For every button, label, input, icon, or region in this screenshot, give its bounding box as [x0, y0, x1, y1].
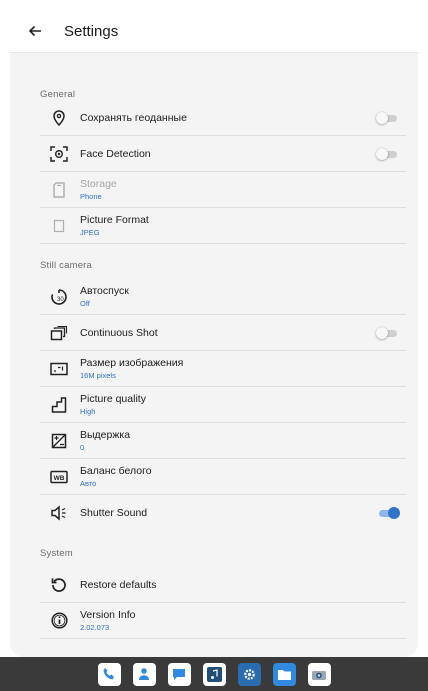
setting-picture-quality[interactable]: Picture quality High — [40, 387, 406, 423]
face-detection-toggle[interactable] — [376, 147, 398, 160]
setting-label: Сохранять геоданные — [80, 111, 187, 124]
setting-label: Picture quality — [80, 393, 146, 405]
setting-value: Off — [80, 299, 90, 308]
music-app-icon[interactable] — [202, 662, 226, 686]
setting-value: Авто — [80, 479, 97, 488]
setting-value: Phone — [80, 192, 102, 201]
section-general: General — [40, 89, 76, 100]
setting-face-detection[interactable]: Face Detection — [40, 136, 406, 172]
setting-label: Выдержка — [80, 429, 131, 441]
setting-image-size[interactable]: Размер изображения 16M pixels — [40, 351, 406, 387]
page-title: Settings — [64, 22, 119, 40]
restore-icon — [50, 576, 68, 594]
sd-card-icon — [50, 181, 68, 199]
setting-exposure[interactable]: Выдержка 0 — [40, 423, 406, 459]
svg-text:WB: WB — [54, 475, 65, 482]
setting-label: Version Info — [80, 609, 136, 621]
svg-text:30: 30 — [57, 297, 64, 303]
burst-mode-icon — [50, 324, 68, 342]
settings-app-icon[interactable] — [237, 662, 261, 686]
quality-stairs-icon — [50, 396, 68, 414]
setting-storage[interactable]: Storage Phone — [40, 172, 406, 208]
setting-label: Баланс белого — [80, 465, 152, 477]
setting-value: High — [80, 407, 96, 416]
location-pin-icon — [50, 109, 68, 127]
setting-value: JPEG — [80, 228, 100, 237]
setting-picture-format[interactable]: Picture Format JPEG — [40, 208, 406, 244]
shutter-sound-toggle[interactable] — [376, 506, 400, 519]
phone-app-icon[interactable] — [97, 662, 121, 686]
image-size-icon — [50, 360, 68, 378]
general-list: Сохранять геоданные Face Detection Stora… — [40, 100, 406, 244]
file-format-icon — [50, 217, 68, 235]
still-camera-list: 30 Автоспуск Off Continuous Shot Размер … — [40, 279, 406, 530]
exposure-icon — [50, 432, 68, 450]
messages-app-icon[interactable] — [167, 662, 191, 686]
setting-geodata[interactable]: Сохранять геоданные — [40, 100, 406, 136]
app-dock — [0, 657, 428, 691]
setting-label: Автоспуск — [80, 285, 129, 297]
section-system: System — [40, 548, 73, 559]
setting-continuous-shot[interactable]: Continuous Shot — [40, 315, 406, 351]
system-list: Restore defaults Version Info 2.02.073 — [40, 567, 406, 639]
continuous-shot-toggle[interactable] — [376, 326, 398, 339]
setting-label: Размер изображения — [80, 357, 184, 369]
setting-value: 2.02.073 — [80, 623, 110, 632]
setting-label: Picture Format — [80, 214, 149, 226]
setting-label: Storage — [80, 178, 117, 190]
face-detection-icon — [50, 145, 68, 163]
settings-screen: Settings General Сохранять геоданные Fac… — [10, 10, 418, 657]
setting-restore-defaults[interactable]: Restore defaults — [40, 567, 406, 603]
white-balance-icon: WB — [50, 468, 68, 486]
setting-shutter-sound[interactable]: Shutter Sound — [40, 495, 406, 530]
setting-value: 0 — [80, 443, 85, 452]
setting-self-timer[interactable]: 30 Автоспуск Off — [40, 279, 406, 315]
section-still-camera: Still camera — [40, 260, 93, 271]
setting-label: Continuous Shot — [80, 326, 158, 339]
files-app-icon[interactable] — [272, 662, 296, 686]
setting-white-balance[interactable]: WB Баланс белого Авто — [40, 459, 406, 495]
timer-icon: 30 — [50, 288, 68, 306]
app-bar: Settings — [10, 10, 418, 53]
info-icon — [50, 612, 68, 630]
camera-app-icon[interactable] — [307, 662, 331, 686]
contacts-app-icon[interactable] — [132, 662, 156, 686]
speaker-icon — [50, 504, 68, 522]
setting-label: Face Detection — [80, 147, 151, 160]
setting-value: 16M pixels — [80, 371, 116, 380]
geodata-toggle[interactable] — [376, 111, 398, 124]
setting-label: Restore defaults — [80, 578, 157, 591]
setting-label: Shutter Sound — [80, 506, 148, 519]
back-arrow-icon[interactable] — [24, 20, 46, 42]
setting-version-info[interactable]: Version Info 2.02.073 — [40, 603, 406, 639]
